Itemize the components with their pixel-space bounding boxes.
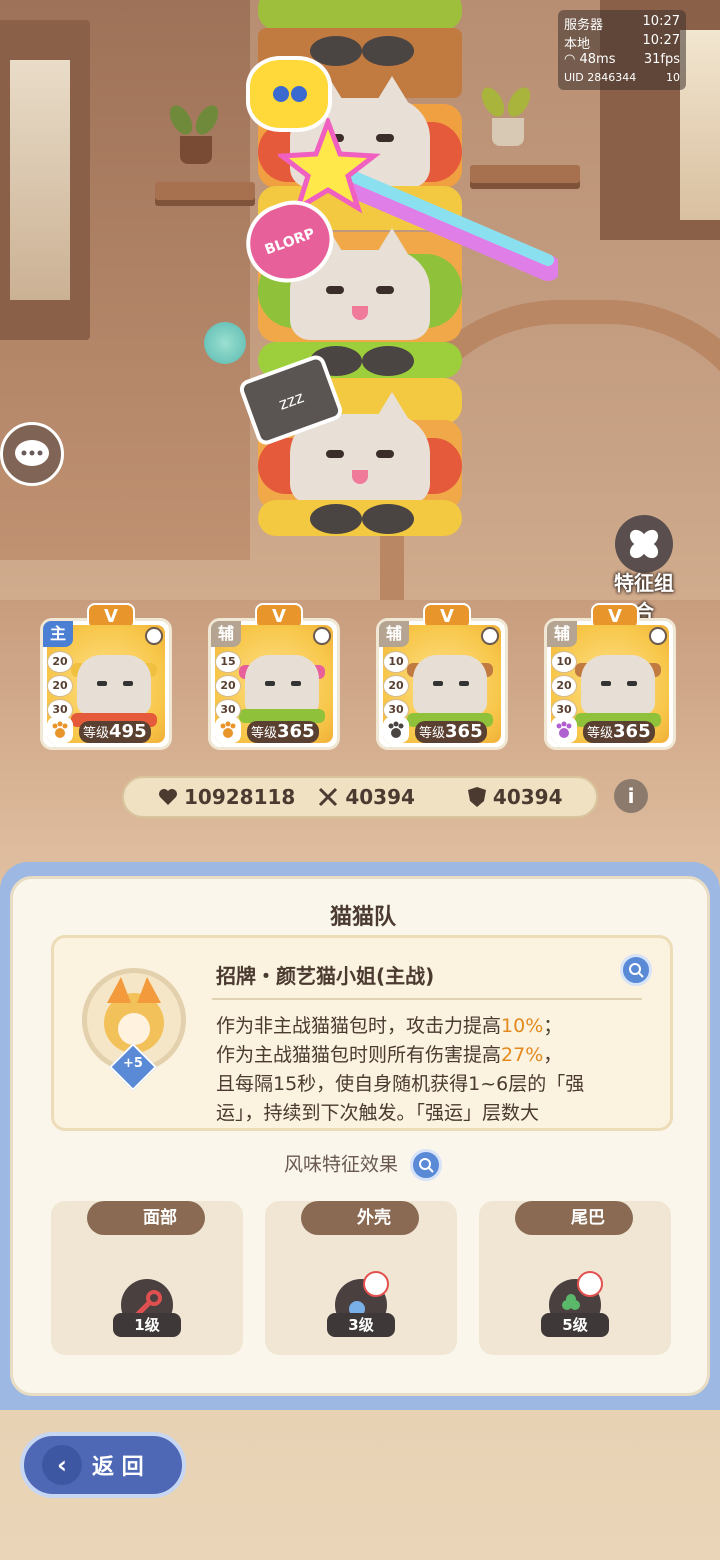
ping-value: 48ms [579, 52, 616, 67]
local-label: 本地 [564, 37, 591, 52]
heart-icon [159, 789, 177, 805]
lock-icon[interactable] [145, 627, 163, 645]
chat-button[interactable] [0, 422, 64, 486]
local-time: 10:27 [642, 33, 680, 48]
trait-num: 20 [47, 651, 73, 673]
trait-face[interactable]: 面部 1级 [51, 1201, 243, 1355]
paw-icon [215, 717, 241, 743]
paw-icon [383, 717, 409, 743]
level-badge: 等级365 [583, 721, 655, 743]
flavor-zoom-button[interactable] [410, 1149, 443, 1181]
role-badge: 辅 [379, 621, 409, 647]
lock-icon[interactable] [313, 627, 331, 645]
level-value: 365 [613, 721, 651, 742]
trait-num: 20 [47, 675, 73, 697]
panel-title: 猫猫队 [329, 905, 396, 930]
trait-shell[interactable]: 外壳 3级 [265, 1201, 457, 1355]
back-arrow-icon: ‹ [42, 1445, 82, 1485]
fps-value: 31fps [643, 52, 680, 67]
uid-badge: 10 [666, 71, 680, 84]
trait-name: 面部 [87, 1201, 205, 1235]
server-time: 10:27 [642, 14, 680, 29]
cat-card-support-3[interactable]: V 辅 10 20 30 等级365 [544, 603, 676, 750]
info-button[interactable]: i [614, 779, 648, 813]
plant-left [165, 101, 223, 164]
cat-card-support-1[interactable]: V 辅 15 20 30 等级365 [208, 603, 340, 750]
skill-name: 招牌・颜艺猫小姐(主战) [216, 964, 435, 988]
back-label: 返 回 [92, 1455, 144, 1480]
back-button[interactable]: ‹ 返 回 [20, 1432, 186, 1498]
shield-icon [467, 787, 486, 807]
hp-value: 10928118 [184, 785, 296, 809]
desc-line-1: 作为非主战猫猫包时，攻击力提高10%； [216, 1015, 563, 1037]
skill-zoom-button[interactable] [620, 954, 652, 986]
paw-icon [551, 717, 577, 743]
trait-combo-icon [615, 515, 673, 573]
shelf-left [155, 182, 255, 200]
swords-icon [319, 787, 338, 807]
trait-name: 外壳 [301, 1201, 419, 1235]
cat-card-support-2[interactable]: V 辅 10 20 30 等级365 [376, 603, 508, 750]
trait-combo-button[interactable]: 特征组合 [610, 515, 678, 624]
trait-level: 3级 [327, 1313, 395, 1337]
level-value: 365 [445, 721, 483, 742]
level-label: 等级 [251, 726, 278, 741]
trait-level: 1级 [113, 1313, 181, 1337]
skill-description-box[interactable]: +5 招牌・颜艺猫小姐(主战) 作为非主战猫猫包时，攻击力提高10%； 作为主战… [51, 935, 673, 1131]
rank-badge-text: +5 [123, 1056, 143, 1071]
trait-num: 20 [383, 675, 409, 697]
role-badge: 主 [43, 621, 73, 647]
trait-num: 10 [551, 651, 577, 673]
role-badge: 辅 [547, 621, 577, 647]
left-window [0, 20, 90, 340]
trait-num: 10 [383, 651, 409, 673]
cat-card-main[interactable]: V 主 20 20 30 等级495 [40, 603, 172, 750]
team-panel-body: 猫猫队 +5 招牌・颜艺猫小姐(主战) 作为非主战猫猫包时，攻击力提高10%； … [10, 876, 710, 1396]
divider [212, 998, 642, 1000]
team-stats-bar: 10928118 40394 40394 [122, 776, 598, 818]
thumbs-up-icon [577, 1271, 603, 1297]
trait-name: 尾巴 [515, 1201, 633, 1235]
thumbs-up-icon [363, 1271, 389, 1297]
desc-line-4: 运」，持续到下次触发。「强运」层数大 [216, 1102, 540, 1124]
desc-line-2: 作为主战猫猫包时则所有伤害提高27%， [216, 1044, 563, 1066]
team-panel: 猫猫队 +5 招牌・颜艺猫小姐(主战) 作为非主战猫猫包时，攻击力提高10%； … [0, 862, 720, 1410]
wifi-icon: ◠ [564, 52, 576, 67]
lock-icon[interactable] [649, 627, 667, 645]
paw-icon [47, 717, 73, 743]
trait-level: 5级 [541, 1313, 609, 1337]
flavor-trait-title: 风味特征效果 [13, 1149, 713, 1181]
trait-num: 20 [551, 675, 577, 697]
sticker-text: BLORP [262, 225, 318, 259]
trait-num: 20 [215, 675, 241, 697]
level-badge: 等级495 [79, 721, 151, 743]
flavor-title-text: 风味特征效果 [283, 1153, 398, 1176]
network-status-panel: 服务器 10:27 本地 10:27 ◠ 48ms 31fps UID 2846344… [558, 10, 686, 90]
level-badge: 等级365 [415, 721, 487, 743]
bubble-orb [204, 322, 246, 364]
trait-num: 15 [215, 651, 241, 673]
magnifier-icon [629, 963, 644, 978]
attack-value: 40394 [345, 785, 415, 809]
desc-line-3: 且每隔15秒，使自身随机获得1~6层的「强 [216, 1073, 585, 1095]
trait-tail[interactable]: 尾巴 5级 [479, 1201, 671, 1355]
uid-label: UID 2846344 [564, 71, 637, 84]
skill-description: 作为非主战猫猫包时，攻击力提高10%； 作为主战猫猫包时则所有伤害提高27%， … [216, 1012, 646, 1128]
defense-value: 40394 [492, 785, 563, 809]
server-label: 服务器 [564, 18, 604, 33]
level-value: 495 [109, 721, 147, 742]
chat-bubble-icon [15, 440, 49, 466]
level-label: 等级 [419, 726, 446, 741]
magnifier-icon [419, 1158, 434, 1173]
level-badge: 等级365 [247, 721, 319, 743]
level-label: 等级 [83, 726, 110, 741]
lock-icon[interactable] [481, 627, 499, 645]
level-label: 等级 [587, 726, 614, 741]
role-badge: 辅 [211, 621, 241, 647]
level-value: 365 [277, 721, 315, 742]
